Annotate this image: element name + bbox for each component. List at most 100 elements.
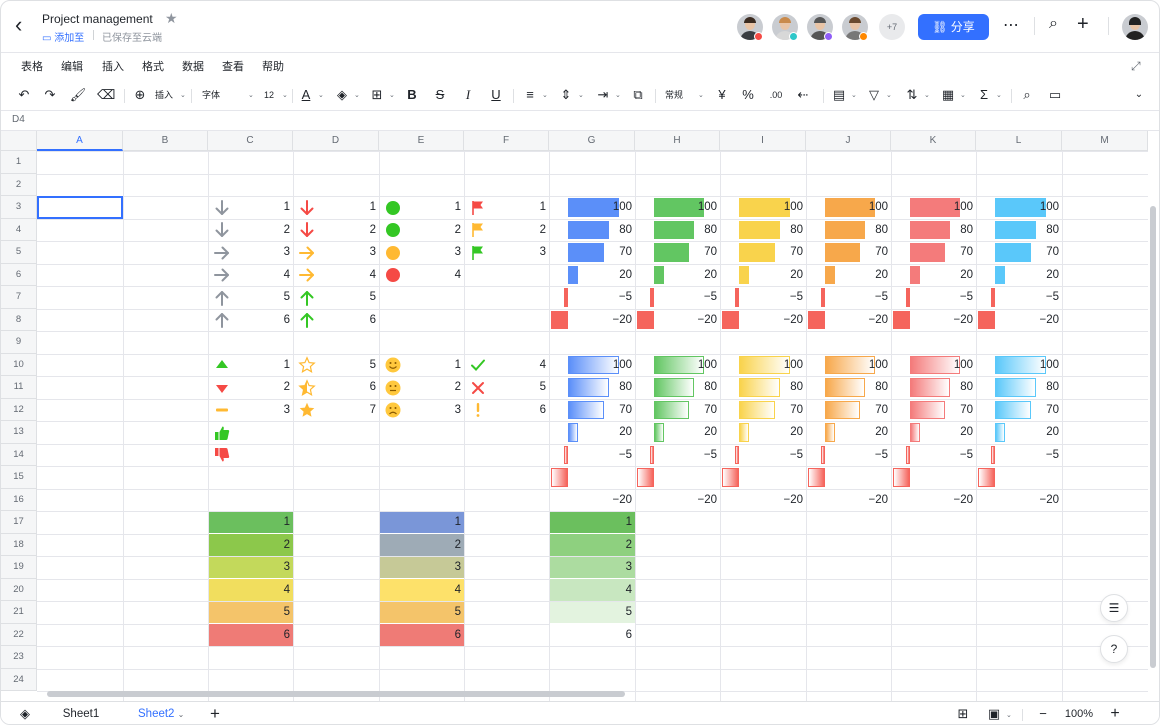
search-icon[interactable]: ⌕ xyxy=(1049,15,1058,33)
sheet-grid[interactable]: A B C D E F G H I J K L M 1 2 3 4 5 6 7 8 9 10 11 12 13 14 15 16 17 18… xyxy=(1,131,1148,701)
tab-sheet2[interactable]: Sheet2 ⌄ xyxy=(121,702,199,724)
undo-icon[interactable]: ↶ xyxy=(15,86,33,104)
back-icon[interactable]: ‹ xyxy=(15,14,35,37)
increase-decimal-icon[interactable]: .00 xyxy=(767,86,785,104)
add-icon[interactable]: + xyxy=(1077,13,1089,36)
row-header-9[interactable]: 9 xyxy=(1,331,37,354)
currency-icon[interactable]: ¥ xyxy=(714,86,730,104)
more-icon[interactable]: ⋯ xyxy=(1003,15,1019,35)
star-icon[interactable]: ★ xyxy=(165,10,178,27)
row-header-14[interactable]: 14 xyxy=(1,443,37,466)
add-to-folder-link[interactable]: ▭ 添加至 xyxy=(42,29,84,44)
bold-icon[interactable]: B xyxy=(404,86,420,104)
menu-edit[interactable]: 编辑 xyxy=(61,58,83,74)
row-header-8[interactable]: 8 xyxy=(1,308,37,331)
column-header-l[interactable]: L xyxy=(976,131,1062,151)
menu-data[interactable]: 数据 xyxy=(182,58,204,74)
row-header-10[interactable]: 10 xyxy=(1,353,37,376)
zoom-in-icon[interactable]: + xyxy=(1107,705,1123,723)
underline-icon[interactable]: U xyxy=(488,86,504,104)
grid-view-icon[interactable]: ⊞ xyxy=(955,705,971,723)
row-header-22[interactable]: 22 xyxy=(1,623,37,646)
fill-color-icon[interactable]: ◈ xyxy=(334,86,350,104)
number-format-dropdown[interactable]: 常规 xyxy=(663,86,685,104)
insert-icon[interactable]: ⊕ xyxy=(132,86,148,104)
doc-title[interactable]: Project management xyxy=(42,12,153,26)
filter-icon[interactable]: ▽ xyxy=(866,86,882,104)
row-header-18[interactable]: 18 xyxy=(1,533,37,556)
menu-view[interactable]: 查看 xyxy=(222,58,244,74)
row-header-12[interactable]: 12 xyxy=(1,398,37,421)
row-header-7[interactable]: 7 xyxy=(1,286,37,309)
column-header-i[interactable]: I xyxy=(720,131,806,151)
row-header-3[interactable]: 3 xyxy=(1,196,37,219)
vertical-align-icon[interactable]: ⇕ xyxy=(558,86,574,104)
row-header-11[interactable]: 11 xyxy=(1,376,37,399)
freeze-icon[interactable]: ▤ xyxy=(831,86,847,104)
menu-help[interactable]: 帮助 xyxy=(262,58,284,74)
row-header-2[interactable]: 2 xyxy=(1,173,37,196)
share-button[interactable]: ⛓ 分享 xyxy=(918,14,989,40)
notes-icon[interactable]: ☰ xyxy=(1100,594,1128,622)
column-header-m[interactable]: M xyxy=(1062,131,1148,151)
row-header-6[interactable]: 6 xyxy=(1,263,37,286)
tab-sheet1[interactable]: Sheet1 xyxy=(49,702,113,724)
clear-format-icon[interactable]: ⌫ xyxy=(97,86,115,104)
decrease-decimal-icon[interactable]: ⇠ xyxy=(795,86,811,104)
percent-icon[interactable]: % xyxy=(740,86,756,104)
cell-reference[interactable]: D4 xyxy=(12,114,25,125)
borders-icon[interactable]: ⊞ xyxy=(369,86,385,104)
find-icon[interactable]: ⌕ xyxy=(1019,86,1035,104)
column-header-d[interactable]: D xyxy=(293,131,379,151)
menu-format[interactable]: 格式 xyxy=(142,58,164,74)
sum-icon[interactable]: Σ xyxy=(976,86,992,104)
text-wrap-icon[interactable]: ⇥ xyxy=(595,86,611,104)
sort-icon[interactable]: ⇅ xyxy=(904,86,920,104)
column-header-b[interactable]: B xyxy=(123,131,208,151)
add-sheet-icon[interactable]: + xyxy=(207,705,223,723)
column-header-g[interactable]: G xyxy=(549,131,635,151)
strikethrough-icon[interactable]: S xyxy=(432,86,448,104)
column-header-f[interactable]: F xyxy=(464,131,549,151)
row-header-1[interactable]: 1 xyxy=(1,151,37,174)
collapse-toolbar-icon[interactable]: ⌄ xyxy=(1131,86,1147,104)
user-avatar[interactable] xyxy=(1122,14,1148,40)
comment-icon[interactable]: ▭ xyxy=(1047,86,1063,104)
column-header-a[interactable]: A xyxy=(37,131,123,151)
row-header-4[interactable]: 4 xyxy=(1,218,37,241)
column-header-h[interactable]: H xyxy=(635,131,720,151)
insert-dropdown[interactable]: 插入 xyxy=(152,86,176,104)
row-header-20[interactable]: 20 xyxy=(1,578,37,601)
expand-icon[interactable]: ⤢ xyxy=(1131,59,1141,74)
merge-cells-icon[interactable]: ⧉ xyxy=(630,86,646,104)
row-header-19[interactable]: 19 xyxy=(1,556,37,579)
row-header-5[interactable]: 5 xyxy=(1,241,37,264)
cell-selection[interactable] xyxy=(37,196,123,219)
row-header-17[interactable]: 17 xyxy=(1,511,37,534)
row-header-24[interactable]: 24 xyxy=(1,668,37,691)
row-header-13[interactable]: 13 xyxy=(1,421,37,444)
font-color-icon[interactable]: A xyxy=(298,86,314,104)
menu-table[interactable]: 表格 xyxy=(21,58,43,74)
more-collaborators-badge[interactable]: +7 xyxy=(879,14,905,40)
zoom-out-icon[interactable]: − xyxy=(1035,705,1051,723)
font-size-dropdown[interactable]: 12 xyxy=(261,86,277,104)
conditional-format-icon[interactable]: ▦ xyxy=(940,86,956,104)
column-header-k[interactable]: K xyxy=(891,131,976,151)
row-header-15[interactable]: 15 xyxy=(1,466,37,489)
layers-icon[interactable]: ◈ xyxy=(17,705,33,723)
help-icon[interactable]: ? xyxy=(1100,635,1128,663)
font-family-dropdown[interactable]: 字体 xyxy=(200,86,222,104)
select-all-corner[interactable] xyxy=(1,131,37,151)
format-painter-icon[interactable]: 🖌 xyxy=(69,86,87,104)
menu-insert[interactable]: 插入 xyxy=(102,58,124,74)
column-header-c[interactable]: C xyxy=(208,131,293,151)
horizontal-align-icon[interactable]: ≡ xyxy=(522,86,538,104)
column-header-e[interactable]: E xyxy=(379,131,464,151)
zoom-level[interactable]: 100% xyxy=(1061,705,1097,723)
row-header-16[interactable]: 16 xyxy=(1,488,37,511)
italic-icon[interactable]: I xyxy=(460,86,476,104)
row-header-23[interactable]: 23 xyxy=(1,646,37,669)
row-header-21[interactable]: 21 xyxy=(1,601,37,624)
vertical-scrollbar[interactable] xyxy=(1150,206,1156,668)
